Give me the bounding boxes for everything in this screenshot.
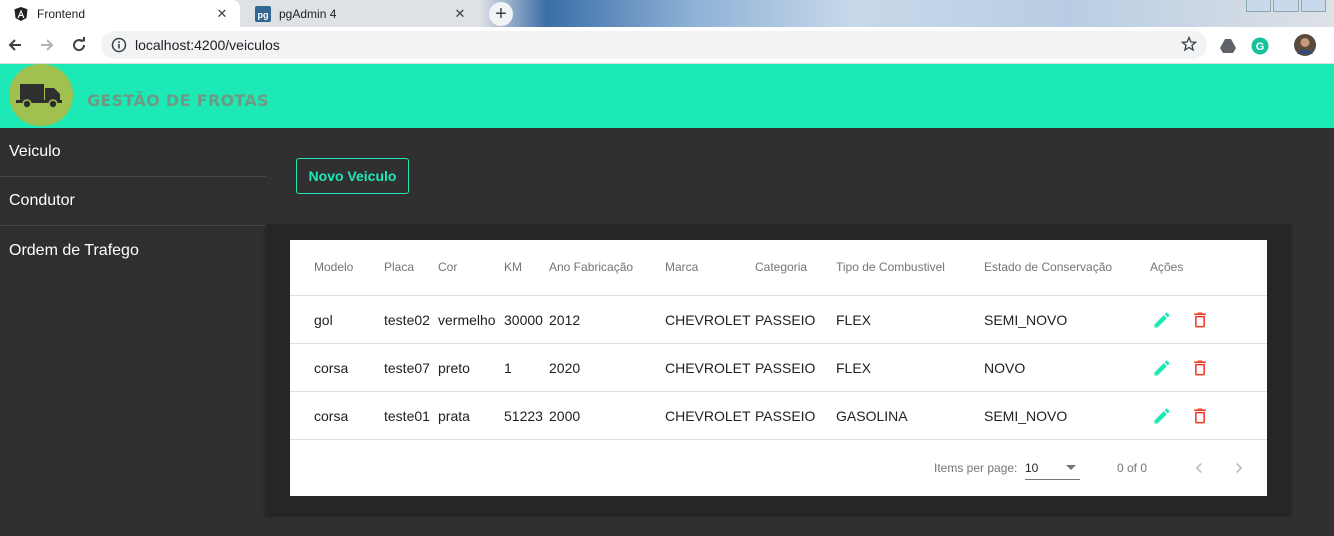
pgadmin-icon: pg — [255, 5, 271, 22]
svg-text:G: G — [1256, 41, 1265, 53]
items-per-page-label: Items per page: — [934, 461, 1018, 475]
column-header-cor[interactable]: Cor — [438, 260, 457, 274]
tab-frontend[interactable]: Frontend ✕ — [0, 0, 240, 27]
page-size-value: 10 — [1025, 461, 1039, 475]
minimize-button[interactable] — [1246, 0, 1272, 12]
cell-tipo-combustivel: FLEX — [836, 360, 872, 376]
previous-page-button[interactable] — [1187, 456, 1211, 480]
angular-icon — [13, 6, 29, 22]
close-tab-icon[interactable]: ✕ — [214, 6, 230, 22]
column-header-km[interactable]: KM — [504, 260, 522, 274]
table-header: Modelo Placa Cor KM Ano Fabricação Marca… — [290, 240, 1267, 296]
cell-km: 51223 — [504, 408, 543, 424]
forward-button[interactable] — [36, 34, 58, 56]
arrow-right-icon — [41, 39, 54, 51]
cell-placa: teste07 — [384, 360, 430, 376]
close-window-button[interactable] — [1300, 0, 1326, 12]
cell-tipo-combustivel: GASOLINA — [836, 408, 908, 424]
table-row: corsa teste07 preto 1 2020 CHEVROLET PAS… — [290, 344, 1267, 392]
cell-categoria: PASSEIO — [755, 408, 816, 424]
column-header-estado-conservacao[interactable]: Estado de Conservação — [984, 260, 1112, 274]
column-header-tipo-combustivel[interactable]: Tipo de Combustivel — [836, 260, 945, 274]
sidebar-item-ordem-de-trafego[interactable]: Ordem de Trafego — [0, 226, 266, 275]
paginator: Items per page: 10 0 of 0 — [290, 440, 1267, 496]
edit-icon[interactable] — [1150, 404, 1174, 428]
cell-placa: teste01 — [384, 408, 430, 424]
truck-logo-icon — [9, 64, 73, 126]
column-header-placa[interactable]: Placa — [384, 260, 414, 274]
browser-tab-strip: Frontend ✕ pg pgAdmin 4 ✕ + — [0, 0, 1334, 27]
tab-title: Frontend — [37, 6, 86, 21]
new-tab-button[interactable]: + — [487, 0, 515, 27]
page-range-label: 0 of 0 — [1117, 461, 1148, 475]
tab-title: pgAdmin 4 — [279, 6, 337, 21]
app-title: GESTÃO DE FROTAS — [87, 91, 269, 110]
cell-estado-conservacao: NOVO — [984, 360, 1026, 376]
cell-tipo-combustivel: FLEX — [836, 312, 872, 328]
reload-button[interactable] — [68, 34, 90, 56]
column-header-marca[interactable]: Marca — [665, 260, 698, 274]
cell-estado-conservacao: SEMI_NOVO — [984, 312, 1068, 328]
cell-cor: vermelho — [438, 312, 496, 328]
column-header-modelo[interactable]: Modelo — [314, 260, 353, 274]
next-page-button[interactable] — [1227, 456, 1251, 480]
reload-icon — [73, 37, 86, 52]
cell-marca: CHEVROLET — [665, 408, 751, 424]
plus-icon: + — [489, 1, 513, 26]
cell-km: 30000 — [504, 312, 543, 328]
column-header-ano-fabricacao[interactable]: Ano Fabricação — [549, 260, 633, 274]
svg-text:pg: pg — [258, 10, 269, 20]
cell-km: 1 — [504, 360, 512, 376]
arrow-left-icon — [8, 39, 21, 51]
cell-categoria: PASSEIO — [755, 360, 816, 376]
delete-icon[interactable] — [1188, 308, 1212, 332]
cell-modelo: corsa — [314, 408, 349, 424]
window-controls — [1246, 0, 1326, 12]
info-icon[interactable] — [111, 37, 127, 53]
sidebar-item-veiculo[interactable]: Veiculo — [0, 128, 266, 177]
address-bar[interactable]: localhost:4200/veiculos — [101, 31, 1207, 59]
cell-cor: prata — [438, 408, 470, 424]
table-card: Modelo Placa Cor KM Ano Fabricação Marca… — [266, 224, 1291, 514]
page-size-select[interactable]: 10 — [1025, 454, 1080, 480]
table-row: corsa teste01 prata 51223 2000 CHEVROLET… — [290, 392, 1267, 440]
cell-placa: teste02 — [384, 312, 430, 328]
cell-modelo: corsa — [314, 360, 349, 376]
drive-extension-icon[interactable] — [1218, 36, 1238, 56]
cell-cor: preto — [438, 360, 470, 376]
grammarly-icon[interactable]: G — [1250, 36, 1270, 56]
column-header-categoria[interactable]: Categoria — [755, 260, 807, 274]
maximize-button[interactable] — [1273, 0, 1299, 12]
column-header-acoes: Ações — [1150, 260, 1184, 274]
delete-icon[interactable] — [1188, 404, 1212, 428]
url-text: localhost:4200/veiculos — [135, 37, 280, 53]
chevron-left-icon — [1195, 463, 1202, 473]
app-header: GESTÃO DE FROTAS — [0, 64, 1334, 128]
vehicles-table: Modelo Placa Cor KM Ano Fabricação Marca… — [290, 240, 1267, 496]
profile-avatar[interactable] — [1294, 34, 1316, 56]
cell-ano-fabricacao: 2000 — [549, 408, 581, 424]
chevron-right-icon — [1236, 463, 1243, 473]
tab-pgadmin[interactable]: pg pgAdmin 4 ✕ — [242, 0, 478, 27]
back-button[interactable] — [4, 34, 26, 56]
delete-icon[interactable] — [1188, 356, 1212, 380]
cell-modelo: gol — [314, 312, 333, 328]
sidebar-item-condutor[interactable]: Condutor — [0, 177, 266, 226]
browser-toolbar: localhost:4200/veiculos G — [0, 27, 1334, 64]
edit-icon[interactable] — [1150, 356, 1174, 380]
cell-estado-conservacao: SEMI_NOVO — [984, 408, 1068, 424]
cell-ano-fabricacao: 2020 — [549, 360, 581, 376]
close-tab-icon[interactable]: ✕ — [452, 6, 468, 22]
new-vehicle-button[interactable]: Novo Veiculo — [296, 158, 409, 194]
bookmark-star-icon[interactable] — [1180, 35, 1198, 57]
main-content: Novo Veiculo Modelo Placa Cor KM Ano Fab… — [266, 128, 1334, 536]
sidebar: Veiculo Condutor Ordem de Trafego — [0, 128, 266, 536]
cell-marca: CHEVROLET — [665, 360, 751, 376]
cell-marca: CHEVROLET — [665, 312, 751, 328]
cell-categoria: PASSEIO — [755, 312, 816, 328]
table-row: gol teste02 vermelho 30000 2012 CHEVROLE… — [290, 296, 1267, 344]
edit-icon[interactable] — [1150, 308, 1174, 332]
dropdown-arrow-icon — [1066, 465, 1076, 470]
cell-ano-fabricacao: 2012 — [549, 312, 581, 328]
